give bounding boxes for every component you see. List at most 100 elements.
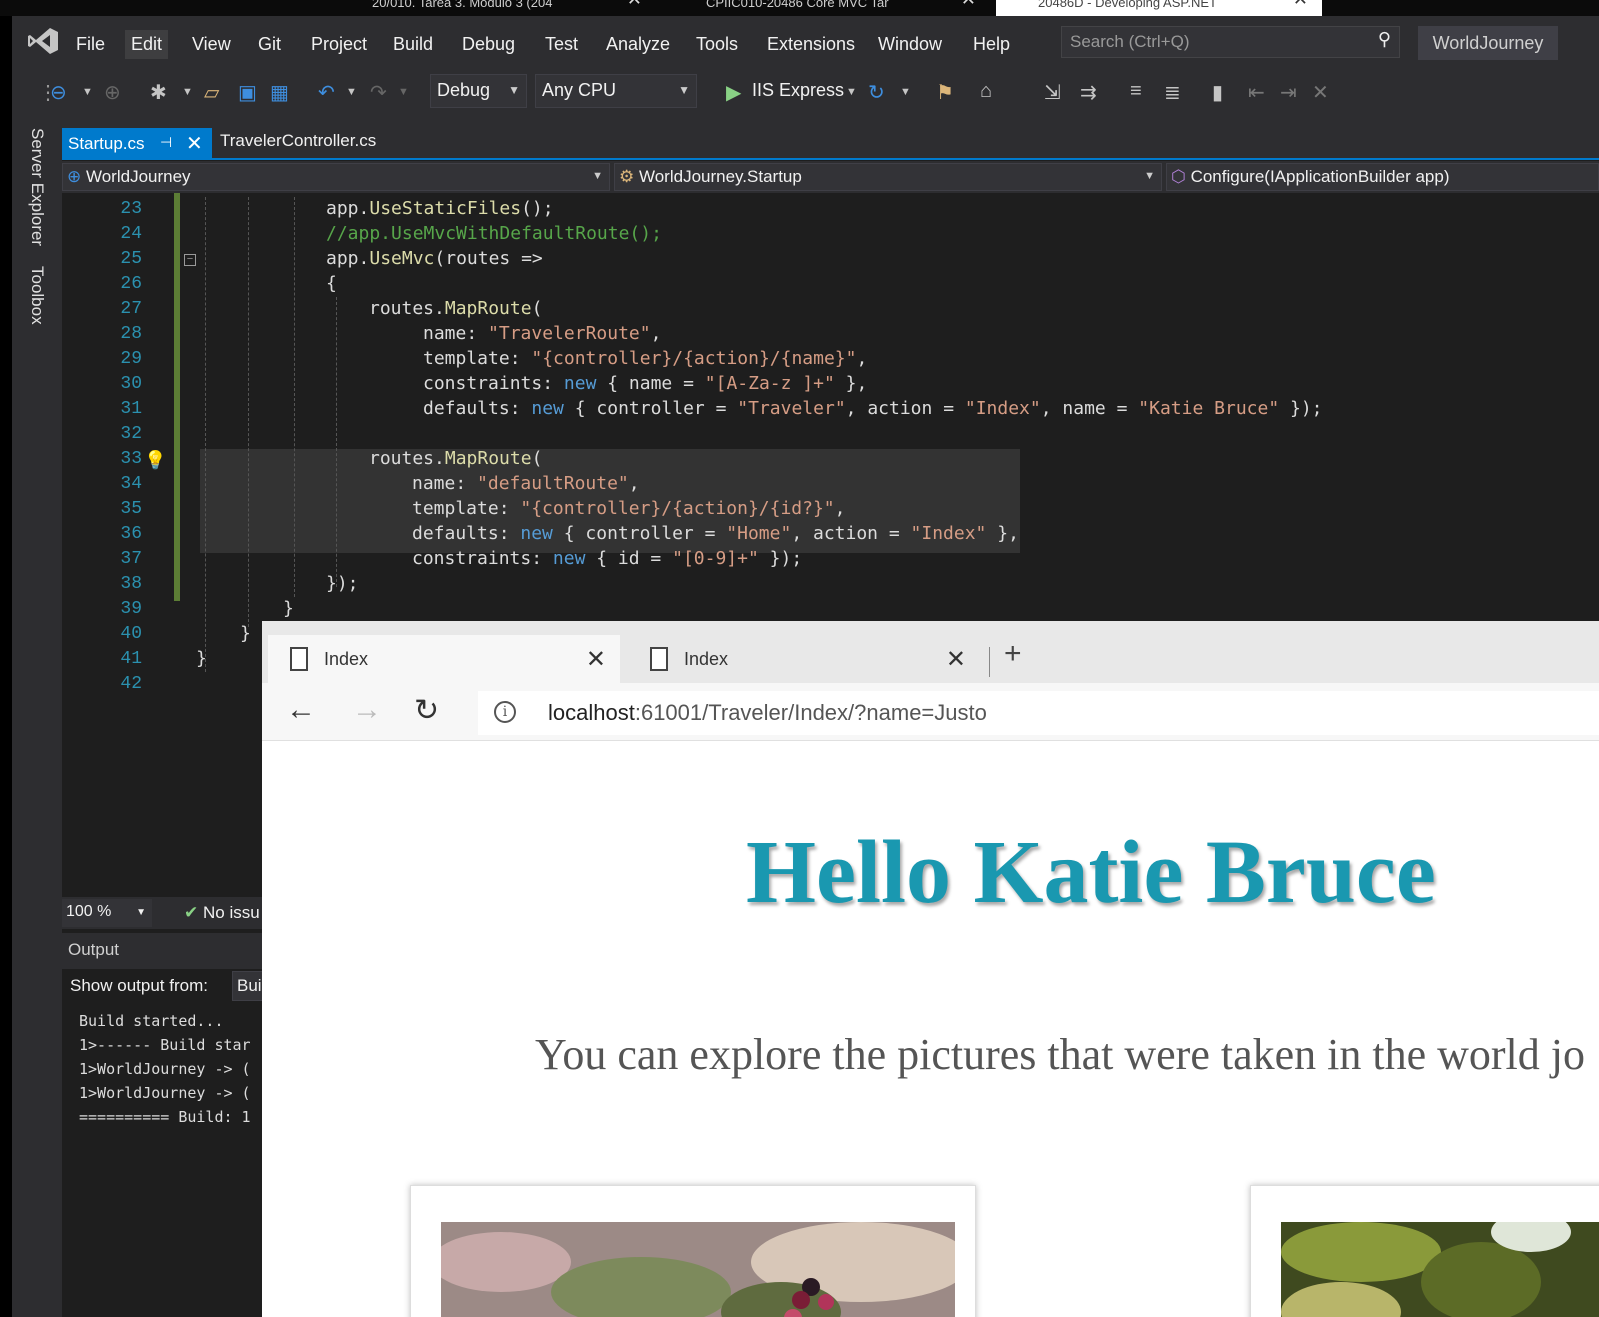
save-all-icon[interactable]: ▦	[270, 80, 289, 106]
code-line: app.UseMvc(routes =>	[326, 248, 543, 269]
new-tab-icon[interactable]: +	[1004, 637, 1022, 671]
chevron-down-icon: ▼	[592, 170, 603, 182]
os-tab-2[interactable]: CPIIC010-20486 Core MVC Tar ✕	[664, 0, 990, 16]
chevron-down-icon[interactable]: ▼	[182, 86, 193, 112]
globe-icon: ⊕	[67, 167, 82, 186]
toolbox-tab[interactable]: Toolbox	[27, 266, 47, 325]
forward-icon[interactable]: →	[352, 693, 382, 727]
code-line: routes.MapRoute(	[369, 448, 543, 469]
chevron-down-icon[interactable]: ▼	[398, 86, 409, 112]
menu-build[interactable]: Build	[387, 30, 439, 59]
photo-card[interactable]	[1250, 1185, 1599, 1317]
code-line: {	[326, 273, 337, 294]
new-project-icon[interactable]: ✱	[150, 80, 167, 106]
back-icon[interactable]: ←	[286, 693, 316, 727]
step-over-icon[interactable]: ⇉	[1080, 80, 1097, 106]
chevron-down-icon[interactable]: ▼	[346, 86, 357, 112]
line-number: 30	[120, 374, 142, 394]
refresh-icon[interactable]: ↻	[414, 693, 439, 728]
menu-window[interactable]: Window	[872, 30, 948, 59]
address-bar[interactable]: localhost:61001/Traveler/Index/?name=Jus…	[478, 691, 1599, 735]
step-into-icon[interactable]: ⇲	[1044, 80, 1061, 106]
issues-indicator[interactable]: ✔ No issu	[184, 903, 260, 923]
line-number: 41	[120, 649, 142, 669]
browser-tab-2[interactable]: Index ✕	[628, 635, 980, 683]
menu-debug[interactable]: Debug	[456, 30, 521, 59]
platform-value: Any CPU	[542, 80, 617, 100]
start-debugging-icon[interactable]: ▶	[726, 80, 741, 106]
uncomment-lines-icon[interactable]: ≣	[1164, 80, 1181, 106]
search-placeholder: Search (Ctrl+Q)	[1070, 32, 1190, 51]
navigate-forward-icon[interactable]: ⊕	[104, 80, 121, 106]
menu-extensions[interactable]: Extensions	[761, 30, 861, 59]
chevron-down-icon[interactable]: ▼	[82, 86, 93, 112]
clear-bookmarks-icon[interactable]: ✕	[1312, 80, 1329, 106]
refresh-icon[interactable]: ↻	[868, 80, 885, 106]
open-folder-icon[interactable]: ▱	[204, 80, 219, 106]
tab-label: Startup.cs	[68, 134, 145, 153]
save-icon[interactable]: ▣	[238, 80, 257, 106]
menu-view[interactable]: View	[186, 30, 237, 59]
find-in-files-icon[interactable]: ⚑	[936, 80, 954, 106]
chevron-down-icon[interactable]: ▼	[900, 86, 911, 112]
close-icon[interactable]: ✕	[586, 645, 606, 674]
pin-icon[interactable]: ⊣	[160, 134, 172, 151]
code-line: defaults: new { controller = "Traveler",…	[423, 398, 1323, 419]
close-icon[interactable]: ✕	[1293, 0, 1308, 8]
browser-tab-label: Index	[324, 649, 369, 669]
collapse-region-icon[interactable]: −	[184, 254, 196, 266]
redo-icon[interactable]: ↷	[370, 80, 387, 106]
previous-bookmark-icon[interactable]: ⇤	[1248, 80, 1265, 106]
comment-lines-icon[interactable]: ≡	[1130, 80, 1142, 106]
output-line: ========== Build: 1	[79, 1108, 251, 1126]
os-tab-2-label: CPIIC010-20486 Core MVC Tar	[706, 0, 889, 10]
lightbulb-icon[interactable]: 💡	[144, 450, 166, 471]
tab-traveler-controller-cs[interactable]: TravelerController.cs	[220, 131, 376, 151]
member-dropdown[interactable]: ⬡ Configure(IApplicationBuilder app)	[1166, 163, 1599, 191]
bookmark-icon[interactable]: ▮	[1212, 80, 1223, 106]
url-path: :61001/Traveler/Index/?name=Justo	[634, 700, 987, 725]
browser-tab-1[interactable]: Index ✕	[268, 635, 620, 683]
server-explorer-tab[interactable]: Server Explorer	[27, 128, 47, 246]
line-number: 36	[120, 524, 142, 544]
zoom-dropdown[interactable]: 100 % ▼	[62, 899, 152, 927]
close-icon[interactable]: ✕	[946, 645, 966, 674]
close-icon[interactable]: ✕	[186, 131, 203, 156]
type-dropdown[interactable]: ⚙ WorldJourney.Startup ▼	[614, 163, 1162, 191]
undo-icon[interactable]: ↶	[318, 80, 335, 106]
configuration-value: Debug	[437, 80, 491, 100]
browser-tab-label: Index	[684, 649, 729, 669]
code-line: }	[196, 648, 207, 669]
tab-startup-cs[interactable]: Startup.cs ⊣ ✕	[62, 128, 212, 160]
menu-help[interactable]: Help	[967, 30, 1016, 59]
search-input[interactable]: Search (Ctrl+Q) ⚲	[1061, 26, 1400, 58]
run-target-button[interactable]: IIS Express	[752, 80, 844, 101]
photo-card[interactable]	[410, 1185, 976, 1317]
page-icon	[650, 647, 668, 671]
menu-analyze[interactable]: Analyze	[600, 30, 676, 59]
info-icon[interactable]: i	[494, 701, 516, 723]
change-tracking-bar	[174, 193, 180, 601]
solution-name-badge[interactable]: WorldJourney	[1418, 26, 1558, 60]
line-number: 40	[120, 624, 142, 644]
next-bookmark-icon[interactable]: ⇥	[1280, 80, 1297, 106]
chevron-down-icon[interactable]: ▼	[846, 86, 857, 112]
os-tab-3[interactable]: 20486D - Developing ASP.NET ✕	[996, 0, 1322, 16]
close-icon[interactable]: ✕	[961, 0, 976, 8]
menu-project[interactable]: Project	[305, 30, 373, 59]
menu-tools[interactable]: Tools	[690, 30, 744, 59]
os-tab-1[interactable]: 20/010. Tarea 3. Módulo 3 (204 ✕	[330, 0, 656, 16]
menu-test[interactable]: Test	[539, 30, 584, 59]
menu-edit[interactable]: Edit	[125, 30, 169, 59]
solution-platform-dropdown[interactable]: Any CPU ▼	[535, 74, 697, 108]
menu-git[interactable]: Git	[252, 30, 287, 59]
browser-link-icon[interactable]: ⌂	[980, 80, 992, 106]
code-line-comment: //app.UseMvcWithDefaultRoute();	[326, 223, 662, 244]
line-number: 35	[120, 499, 142, 519]
menu-file[interactable]: File	[70, 30, 111, 59]
project-dropdown[interactable]: ⊕ WorldJourney ▼	[62, 163, 610, 191]
solution-configuration-dropdown[interactable]: Debug ▼	[430, 74, 527, 108]
close-icon[interactable]: ✕	[627, 0, 642, 8]
code-line: name: "defaultRoute",	[412, 473, 640, 494]
navigate-back-icon[interactable]: ⊖	[50, 80, 67, 106]
